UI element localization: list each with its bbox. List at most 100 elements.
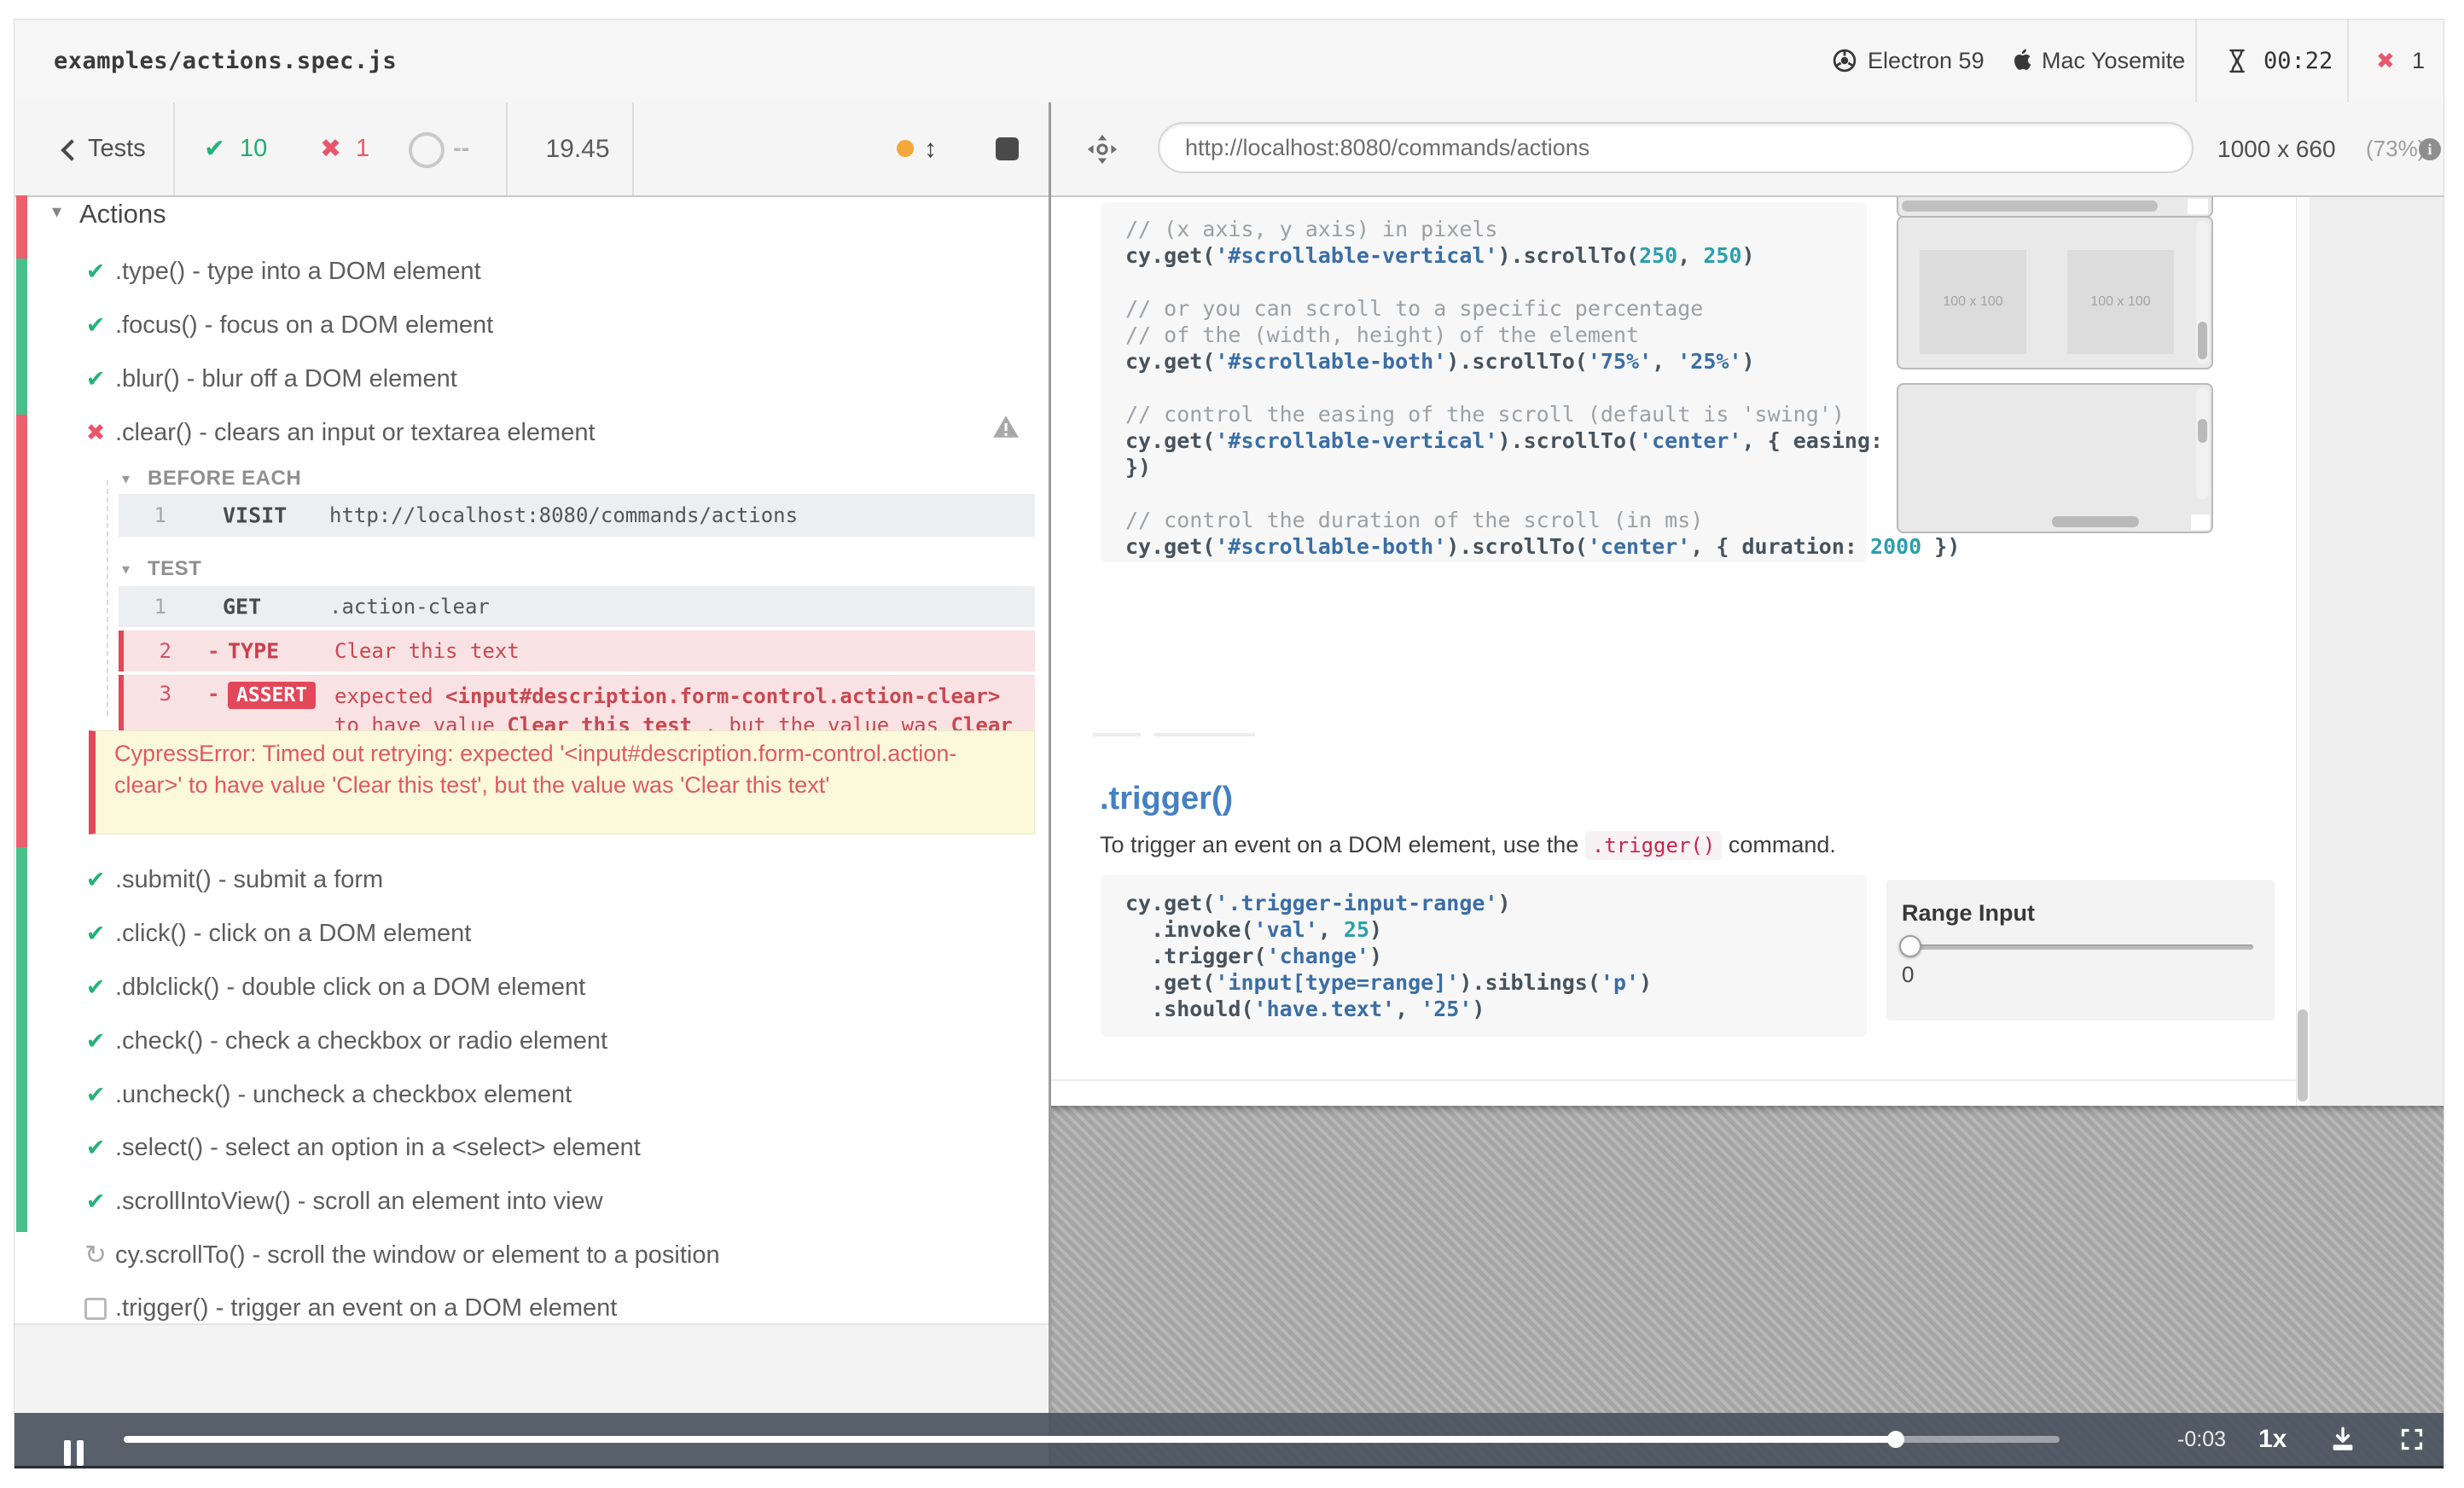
test-body-collapse-icon[interactable]: ▾ <box>122 561 130 578</box>
before-each-label[interactable]: BEFORE EACH <box>148 467 301 491</box>
code-line: // (x axis, y axis) in pixels <box>1125 217 1498 241</box>
test-title: .clear() - clears an input or textarea e… <box>115 419 596 446</box>
test-row-passed[interactable]: ✔ .type() - type into a DOM element <box>52 253 1033 290</box>
back-to-tests-label: Tests <box>88 135 146 162</box>
test-row-passed[interactable]: ✔ .dblclick() - double click on a DOM ele… <box>52 968 1033 1006</box>
test-row-passed[interactable]: ✔ .scrollIntoView() - scroll an element i… <box>52 1183 1033 1220</box>
command-name: VISIT <box>223 503 288 528</box>
passed-status-icon: ✔ <box>85 1189 106 1214</box>
test-row-passed[interactable]: ✔ .select() - select an option in a <sele… <box>52 1129 1033 1166</box>
progress-elapsed <box>124 1436 1896 1443</box>
warning-triangle-icon <box>992 414 1020 439</box>
command-name: GET <box>223 594 262 619</box>
test-row-passed[interactable]: ✔ .uncheck() - uncheck a checkbox element <box>52 1076 1033 1113</box>
test-row-passed[interactable]: ✔ .focus() - focus on a DOM element <box>52 306 1033 344</box>
code-line: .should('have.text', '25') <box>1125 997 1485 1021</box>
trigger-section-description: To trigger an event on a DOM element, us… <box>1100 831 1836 860</box>
code-line: cy.get('#scrollable-vertical').scrollTo(… <box>1125 243 1755 268</box>
cypress-runner-window: examples/actions.spec.js Electron 59 Mac… <box>14 19 2444 1469</box>
video-player-bar: -0:03 1x <box>15 1413 2444 1466</box>
test-title: .click() - click on a DOM element <box>115 920 472 947</box>
error-message-text: CypressError: Timed out retrying: expect… <box>114 741 957 798</box>
vertical-scrollbar-thumb[interactable] <box>2198 322 2207 359</box>
electron-browser-icon <box>1832 48 1857 73</box>
viewport-zoom: (73%) <box>2366 136 2426 161</box>
command-message: http://localhost:8080/commands/actions <box>329 503 799 527</box>
suite-title[interactable]: Actions <box>79 195 166 233</box>
stop-button[interactable] <box>996 137 1019 160</box>
test-row-passed[interactable]: ✔ .blur() - blur off a DOM element <box>52 360 1033 398</box>
browser-name: Electron 59 <box>1868 48 1985 73</box>
test-row-passed[interactable]: ✔ .submit() - submit a form <box>52 861 1033 898</box>
passed-status-icon: ✔ <box>85 366 106 392</box>
autoscroll-indicator-dot[interactable] <box>897 140 914 157</box>
pause-button[interactable] <box>64 1427 98 1466</box>
selector-playground-icon[interactable] <box>1086 133 1119 166</box>
aut-scrollbar-thumb[interactable] <box>2298 1009 2308 1101</box>
expanded-test-guide-line <box>107 480 108 716</box>
test-row-passed[interactable]: ✔ .click() - click on a DOM element <box>52 915 1033 952</box>
failed-status-icon: ✖ <box>85 420 106 445</box>
command-row[interactable]: 2 - TYPE Clear this text <box>119 631 1035 671</box>
test-row-pending[interactable]: .trigger() - trigger an event on a DOM e… <box>52 1289 1033 1327</box>
test-row-failed[interactable]: ✖ .clear() - clears an input or textarea … <box>52 414 1033 451</box>
passed-status-icon: ✔ <box>85 1082 106 1107</box>
pause-bar-icon <box>77 1440 84 1466</box>
code-line: // control the duration of the scroll (i… <box>1125 508 1704 532</box>
before-each-collapse-icon[interactable]: ▾ <box>122 470 130 488</box>
playback-rate-button[interactable]: 1x <box>2258 1413 2287 1466</box>
fullscreen-icon[interactable] <box>2400 1427 2424 1451</box>
pending-box-icon <box>84 1298 107 1320</box>
trigger-section-heading[interactable]: .trigger() <box>1100 781 1233 817</box>
scrollable-both-box <box>1897 383 2213 533</box>
vertical-scrollbar-track[interactable] <box>2196 221 2209 364</box>
spec-file-path: examples/actions.spec.js <box>54 48 398 74</box>
command-number: 3 <box>159 682 171 706</box>
test-timer: 00:22 <box>2264 48 2333 74</box>
scrollto-code-block: // (x axis, y axis) in pixels cy.get('#sc… <box>1101 202 1999 562</box>
aut-url-bar[interactable]: http://localhost:8080/commands/actions <box>1158 122 2194 173</box>
range-input-label: Range Input <box>1902 900 2035 926</box>
test-title: .scrollIntoView() - scroll an element in… <box>115 1188 603 1215</box>
failed-count: 1 <box>356 135 370 162</box>
horizontal-scrollbar-thumb[interactable] <box>1902 201 2158 212</box>
command-message: Clear this text <box>334 639 520 663</box>
aut-url-text: http://localhost:8080/commands/actions <box>1185 135 1590 160</box>
test-title: .trigger() - trigger an event on a DOM e… <box>115 1294 618 1322</box>
progress-thumb[interactable] <box>1887 1431 1904 1448</box>
placeholder-image: 100 x 100 <box>1920 250 2026 354</box>
vertical-scrollbar-track[interactable] <box>2196 388 2209 499</box>
time-remaining: -0:03 <box>2177 1427 2226 1451</box>
viewport-info-icon[interactable]: i <box>2419 138 2441 160</box>
header-divider <box>2347 20 2349 102</box>
scroll-updown-icon[interactable]: ↕ <box>924 102 937 195</box>
range-slider-thumb[interactable] <box>1899 935 1921 957</box>
command-row[interactable]: 1 VISIT http://localhost:8080/commands/act… <box>119 494 1035 537</box>
trigger-code-block: cy.get('.trigger-input-range') .invoke('… <box>1101 875 1867 1037</box>
header-divider <box>2195 20 2197 102</box>
test-row-running[interactable]: ↻ cy.scrollTo() - scroll the window or el… <box>52 1236 1033 1274</box>
back-to-tests-button[interactable]: Tests <box>15 102 173 195</box>
failed-state-strip-red <box>16 415 27 847</box>
test-body-label[interactable]: TEST <box>148 557 201 581</box>
error-message-box: CypressError: Timed out retrying: expect… <box>89 730 1035 834</box>
scrollbar-corner <box>2188 199 2208 214</box>
vertical-scrollbar-thumb[interactable] <box>2198 419 2207 443</box>
os-name: Mac Yosemite <box>2042 48 2186 73</box>
horizontal-scrollbar-thumb[interactable] <box>2052 516 2139 527</box>
test-row-passed[interactable]: ✔ .check() - check a checkbox or radio el… <box>52 1022 1033 1060</box>
suite-collapse-icon[interactable]: ▾ <box>52 201 61 223</box>
range-slider[interactable] <box>1899 935 2253 957</box>
download-icon[interactable] <box>2328 1425 2357 1454</box>
pause-bar-icon <box>64 1440 71 1466</box>
toolbar-divider <box>632 102 634 195</box>
command-row[interactable]: 1 GET .action-clear <box>119 586 1035 627</box>
playback-progress-track[interactable] <box>124 1431 2060 1448</box>
content-divider <box>1154 733 1255 736</box>
code-line: // control the easing of the scroll (def… <box>1125 402 1845 427</box>
command-number: 2 <box>159 639 171 663</box>
run-duration: 19.45 <box>545 135 610 163</box>
passed-state-strip-green <box>16 259 27 415</box>
aut-scrollbar-track[interactable] <box>2296 197 2310 1106</box>
